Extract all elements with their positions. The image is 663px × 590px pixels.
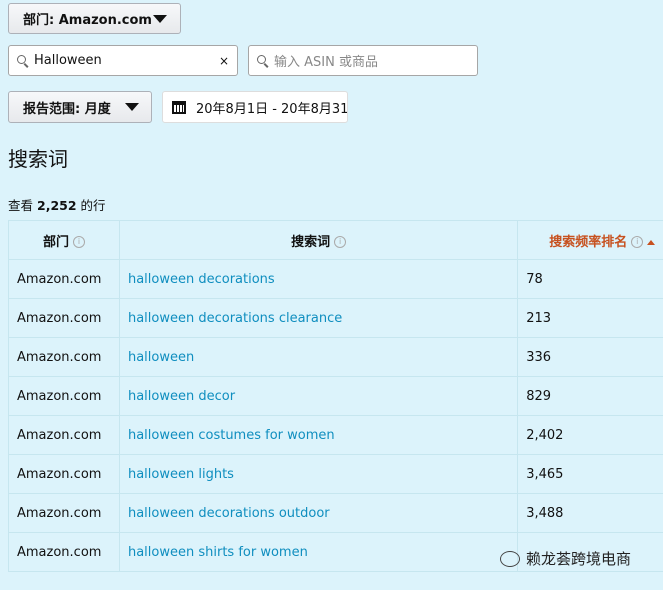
search-term-cell: halloween decor bbox=[118, 376, 519, 416]
department-cell: Amazon.com bbox=[8, 337, 120, 377]
asin-search-input[interactable]: 输入 ASIN 或商品 bbox=[248, 45, 478, 76]
search-terms-table: 部门 i 搜索词 i 搜索频率排名 i Amazon.com halloween dec… bbox=[8, 220, 663, 572]
department-cell: Amazon.com bbox=[8, 493, 120, 533]
search-term-cell: halloween costumes for women bbox=[118, 415, 519, 455]
department-cell: Amazon.com bbox=[8, 376, 120, 416]
search-term-cell: halloween decorations clearance bbox=[118, 298, 519, 338]
department-cell: Amazon.com bbox=[8, 259, 120, 299]
date-range-value: 20年8月1日 - 20年8月31 bbox=[196, 101, 348, 117]
search-rank-cell: 213 bbox=[517, 298, 663, 338]
report-range-dropdown[interactable]: 报告范围: 月度 bbox=[8, 91, 152, 123]
row-count-prefix: 查看 bbox=[8, 198, 34, 213]
search-rank-cell: 3,488 bbox=[517, 493, 663, 533]
department-cell: Amazon.com bbox=[8, 532, 120, 572]
search-icon bbox=[17, 55, 28, 66]
search-term-link[interactable]: halloween decorations bbox=[128, 272, 275, 287]
search-icon bbox=[257, 55, 268, 66]
search-rank-cell: 336 bbox=[517, 337, 663, 377]
calendar-icon bbox=[172, 100, 186, 114]
table-row: Amazon.com halloween costumes for women 2,… bbox=[8, 415, 663, 455]
department-cell: Amazon.com bbox=[8, 415, 120, 455]
table-row: Amazon.com halloween decorations 78 bbox=[8, 259, 663, 299]
table-row: Amazon.com halloween 336 bbox=[8, 337, 663, 377]
search-term-cell: halloween lights bbox=[118, 454, 519, 494]
info-icon[interactable]: i bbox=[72, 236, 85, 248]
info-icon[interactable]: i bbox=[631, 236, 644, 248]
clear-search-icon[interactable]: × bbox=[219, 54, 229, 68]
watermark-text: 赖龙荟跨境电商 bbox=[526, 550, 632, 568]
search-term-link[interactable]: halloween decor bbox=[128, 389, 235, 404]
keyword-search-input[interactable]: Halloween × bbox=[8, 45, 238, 76]
search-term-cell: halloween decorations bbox=[118, 259, 519, 299]
sort-ascending-icon[interactable] bbox=[647, 239, 656, 245]
column-header-label: 部门 bbox=[42, 234, 69, 250]
row-count-suffix: 的行 bbox=[80, 198, 106, 213]
search-term-link[interactable]: halloween decorations outdoor bbox=[128, 506, 330, 521]
search-term-cell: halloween shirts for women bbox=[118, 532, 519, 572]
department-dropdown-label: 部门: Amazon.com bbox=[23, 13, 152, 28]
search-rank-cell: 78 bbox=[517, 259, 663, 299]
column-header-label: 搜索词 bbox=[291, 234, 331, 250]
chevron-down-icon bbox=[125, 103, 139, 111]
row-count: 查看 2,252 的行 bbox=[8, 195, 106, 214]
search-term-link[interactable]: halloween decorations clearance bbox=[128, 311, 342, 326]
column-header-label: 搜索频率排名 bbox=[549, 234, 628, 250]
report-range-label: 报告范围: 月度 bbox=[23, 101, 111, 117]
search-term-cell: halloween bbox=[118, 337, 519, 377]
date-range-picker[interactable]: 20年8月1日 - 20年8月31 bbox=[162, 91, 348, 123]
table-row: Amazon.com halloween decorations clearanc… bbox=[8, 298, 663, 338]
department-cell: Amazon.com bbox=[8, 454, 120, 494]
page-title: 搜索词 bbox=[8, 147, 68, 171]
search-term-link[interactable]: halloween shirts for women bbox=[128, 545, 308, 560]
asin-search-placeholder: 输入 ASIN 或商品 bbox=[274, 55, 378, 70]
table-row: Amazon.com halloween lights 3,465 bbox=[8, 454, 663, 494]
search-rank-cell: 2,402 bbox=[517, 415, 663, 455]
search-term-link[interactable]: halloween lights bbox=[128, 467, 234, 482]
search-term-link[interactable]: halloween bbox=[128, 350, 194, 365]
column-header-department[interactable]: 部门 i bbox=[8, 220, 120, 260]
search-rank-cell: 829 bbox=[517, 376, 663, 416]
watermark: 赖龙荟跨境电商 bbox=[500, 548, 631, 569]
chevron-down-icon bbox=[153, 14, 167, 23]
table-row: Amazon.com halloween decor 829 bbox=[8, 376, 663, 416]
row-count-number: 2,252 bbox=[37, 198, 77, 213]
info-icon[interactable]: i bbox=[334, 236, 347, 248]
search-term-cell: halloween decorations outdoor bbox=[118, 493, 519, 533]
table-row: Amazon.com halloween decorations outdoor 3… bbox=[8, 493, 663, 533]
department-cell: Amazon.com bbox=[8, 298, 120, 338]
keyword-search-value: Halloween bbox=[34, 53, 102, 68]
column-header-search-term[interactable]: 搜索词 i bbox=[118, 220, 519, 260]
table-header-row: 部门 i 搜索词 i 搜索频率排名 i bbox=[8, 220, 663, 260]
department-dropdown[interactable]: 部门: Amazon.com bbox=[8, 3, 181, 34]
search-rank-cell: 3,465 bbox=[517, 454, 663, 494]
search-term-link[interactable]: halloween costumes for women bbox=[128, 428, 335, 443]
column-header-search-rank[interactable]: 搜索频率排名 i bbox=[517, 220, 663, 260]
wechat-icon bbox=[500, 550, 520, 567]
